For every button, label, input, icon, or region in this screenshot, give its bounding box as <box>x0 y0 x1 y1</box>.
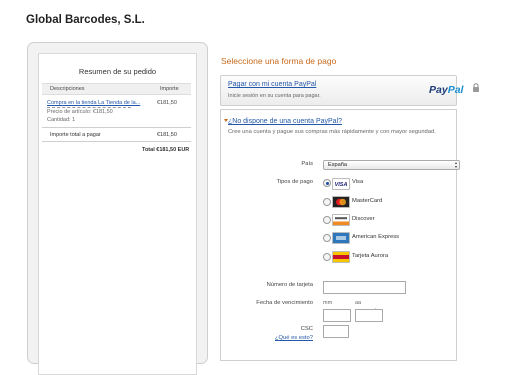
merchant-name: Global Barcodes, S.L. <box>26 14 145 26</box>
order-summary: Resumen de su pedido Descripciones Impor… <box>38 53 197 375</box>
expiry-month-input[interactable] <box>323 309 351 322</box>
expiry-month-hint: mm <box>323 300 333 306</box>
country-label: País <box>301 161 313 167</box>
aurora-icon <box>332 251 350 263</box>
paypal-logo: PayPal <box>429 84 463 96</box>
guest-checkout-subtitle: Cree una cuenta y pague sus compras más … <box>228 129 436 135</box>
card-number-label: Número de tarjeta <box>266 282 313 288</box>
item-unit-price: Precio de artículo: €181,50 <box>47 109 113 115</box>
summary-title: Resumen de su pedido <box>78 67 157 76</box>
amex-icon <box>332 232 350 244</box>
total-label: Importe total a pagar <box>50 132 101 138</box>
grand-total: Total €181,50 EUR <box>142 147 190 153</box>
summary-divider <box>42 127 191 128</box>
total-amount: €181,50 <box>157 132 177 138</box>
card-name-discover: Discover <box>352 216 375 222</box>
guest-checkout-toggle[interactable]: ¿No dispone de una cuenta PayPal? <box>228 118 342 125</box>
mastercard-icon <box>332 196 350 208</box>
lock-icon <box>473 83 479 92</box>
card-number-input[interactable] <box>323 281 406 294</box>
expiry-year-input[interactable] <box>355 309 383 322</box>
csc-input[interactable] <box>323 325 349 338</box>
country-select[interactable]: España ▴ ▾ <box>323 160 460 170</box>
item-divider <box>47 107 131 108</box>
paypal-logo-pay: Pay <box>429 84 448 96</box>
payment-section-title: Seleccione una forma de pago <box>221 56 337 66</box>
select-arrows-icon: ▴ ▾ <box>454 160 457 169</box>
guest-checkout-panel: ¿No dispone de una cuenta PayPal? Cree u… <box>220 109 460 361</box>
summary-divider-2 <box>42 141 191 142</box>
csc-help-link[interactable]: ¿Qué es esto? <box>272 335 313 341</box>
radio-visa[interactable] <box>323 179 331 187</box>
card-name-amex: American Express <box>352 234 400 240</box>
expiry-label: Fecha de vencimiento <box>256 300 313 306</box>
radio-amex[interactable] <box>323 234 331 242</box>
paypal-login-option[interactable]: Pagar con mi cuenta PayPal Inicie sesión… <box>220 75 479 106</box>
csc-label: CSC <box>300 326 313 332</box>
item-name-link[interactable]: Compra en la tienda La Tienda de la... <box>47 100 140 106</box>
country-value: España <box>328 161 347 168</box>
radio-aurora[interactable] <box>323 253 331 261</box>
summary-table-header: Descripciones Importe <box>42 83 191 95</box>
item-quantity: Cantidad: 1 <box>47 117 76 123</box>
card-name-aurora: Tarjeta Aurora <box>352 253 389 259</box>
svg-text:VISA: VISA <box>335 182 348 188</box>
visa-icon: VISA <box>332 178 350 190</box>
card-name-visa: Visa <box>352 179 364 185</box>
radio-mastercard[interactable] <box>323 198 331 206</box>
col-amount: Importe <box>160 86 179 92</box>
paypal-logo-pal: Pal <box>447 84 464 96</box>
expiry-year-hint: aa <box>355 300 362 306</box>
paypal-login-link[interactable]: Pagar con mi cuenta PayPal <box>228 81 316 88</box>
discover-icon <box>332 214 350 226</box>
radio-discover[interactable] <box>323 216 331 224</box>
order-summary-frame: Resumen de su pedido Descripciones Impor… <box>27 42 208 375</box>
col-description: Descripciones <box>50 86 85 92</box>
card-type-label: Tipos de pago <box>276 179 313 185</box>
paypal-login-subtitle: Inicie sesión en su cuenta para pagar. <box>228 93 321 99</box>
card-name-mastercard: MasterCard <box>352 198 383 204</box>
item-amount: €181,50 <box>157 100 177 106</box>
